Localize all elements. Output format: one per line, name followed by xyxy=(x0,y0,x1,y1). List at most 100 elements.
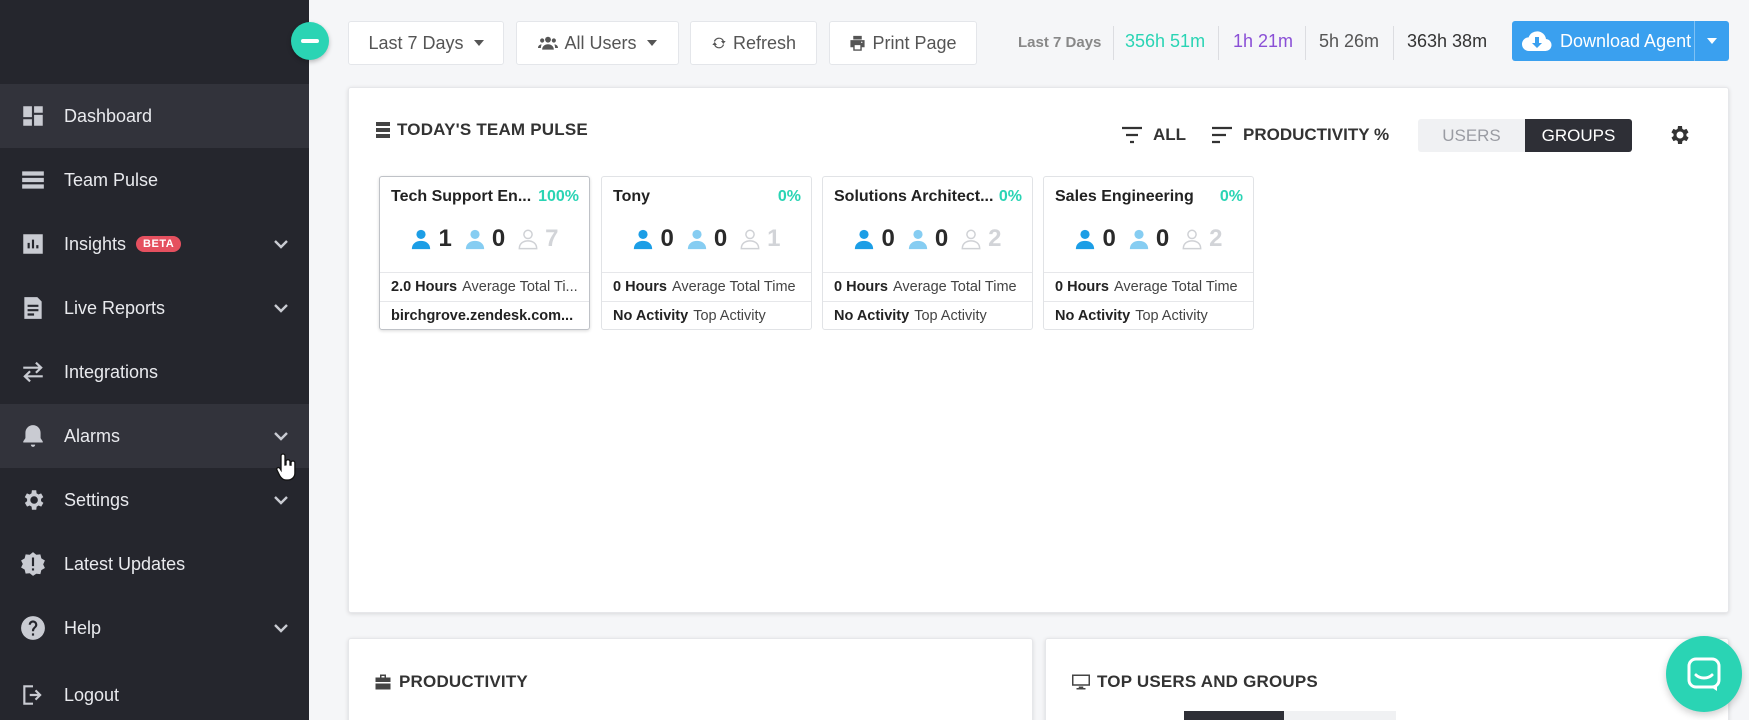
sidebar-item-label: Team Pulse xyxy=(64,169,159,190)
productivity-title-text: PRODUCTIVITY xyxy=(399,672,528,691)
stat-total-time: 356h 51m xyxy=(1125,31,1206,51)
card-activity-value: No Activity xyxy=(613,308,689,324)
card-group-name: Solutions Architect... xyxy=(834,188,994,205)
card-hours-row: 0 Hours Average Total Time xyxy=(823,272,1032,301)
offline-users-count: 7 xyxy=(517,225,559,253)
chevron-down-icon[interactable] xyxy=(271,618,291,638)
sidebar-item-team-pulse[interactable]: Team Pulse xyxy=(0,148,309,212)
card-hours-label: Average Total Time xyxy=(1114,279,1238,295)
sidebar-collapse-button[interactable] xyxy=(291,22,329,60)
sidebar-item-live-reports[interactable]: Live Reports xyxy=(0,276,309,340)
printer-icon xyxy=(850,35,866,51)
toggle-groups[interactable]: GROUPS xyxy=(1525,119,1632,152)
divider xyxy=(1113,26,1114,60)
active-users-count: 0 xyxy=(853,225,895,253)
user-idle-icon xyxy=(1129,229,1148,250)
card-group-name: Tech Support En... xyxy=(391,188,532,205)
gear-icon[interactable] xyxy=(1667,123,1691,147)
card-activity-row: birchgrove.zendesk.com... xyxy=(380,301,589,330)
toggle-users[interactable]: USERS xyxy=(1418,119,1525,152)
user-offline-icon xyxy=(740,229,760,250)
cloud-download-icon xyxy=(1522,31,1552,52)
chevron-down-icon[interactable] xyxy=(271,490,291,510)
chevron-down-icon[interactable] xyxy=(271,234,291,254)
sidebar-item-label: Insights xyxy=(64,233,127,254)
sort-icon xyxy=(1212,126,1232,144)
offline-users-count: 2 xyxy=(1181,225,1223,253)
card-productivity-pct: 0% xyxy=(998,188,1022,205)
sidebar-item-help[interactable]: Help xyxy=(0,596,309,660)
offline-count-value: 7 xyxy=(545,225,559,252)
active-count-value: 0 xyxy=(1102,225,1116,252)
sidebar-item-latest-updates[interactable]: Latest Updates xyxy=(0,532,309,596)
list-icon xyxy=(376,122,390,138)
refresh-button[interactable]: Refresh xyxy=(690,21,817,65)
date-range-dropdown[interactable]: Last 7 Days xyxy=(348,21,504,65)
card-activity-row: No Activity Top Activity xyxy=(823,301,1032,330)
group-card-solutions-architect[interactable]: Solutions Architect... 0% 0 0 2 0 Hours A… xyxy=(822,176,1033,330)
card-hours-value: 0 Hours xyxy=(613,279,667,295)
sort-productivity-button[interactable]: PRODUCTIVITY % xyxy=(1211,125,1389,145)
user-idle-icon xyxy=(465,229,484,250)
print-page-label: Print Page xyxy=(872,32,957,53)
user-idle-icon xyxy=(908,229,927,250)
sidebar-item-logout[interactable]: Logout xyxy=(0,663,309,720)
card-activity-row: No Activity Top Activity xyxy=(602,301,811,330)
idle-users-count: 0 xyxy=(464,225,505,253)
divider xyxy=(1305,26,1306,60)
top-users-tab-inactive[interactable] xyxy=(1284,711,1396,720)
sidebar-item-alarms[interactable]: Alarms xyxy=(0,404,309,468)
sidebar-item-settings[interactable]: Settings xyxy=(0,468,309,532)
idle-count-value: 0 xyxy=(1155,225,1170,252)
group-card-tony[interactable]: Tony 0% 0 0 1 0 Hours Average Total Time … xyxy=(601,176,812,330)
card-activity-row: No Activity Top Activity xyxy=(1044,301,1253,330)
user-offline-icon xyxy=(518,229,538,250)
live-reports-icon xyxy=(19,294,47,322)
card-activity-value: birchgrove.zendesk.com... xyxy=(391,308,574,324)
card-activity-label: Top Activity xyxy=(1135,308,1208,324)
active-users-count: 0 xyxy=(1074,225,1116,253)
users-groups-toggle[interactable]: USERS GROUPS xyxy=(1418,119,1632,152)
sidebar-item-dashboard[interactable]: Dashboard xyxy=(0,84,309,148)
chevron-down-icon[interactable] xyxy=(271,426,291,446)
caret-down-icon[interactable] xyxy=(1707,38,1717,44)
hand-cursor-icon xyxy=(276,453,296,481)
card-hours-label: Average Total Time xyxy=(672,279,796,295)
top-users-title-text: TOP USERS AND GROUPS xyxy=(1097,672,1318,691)
users-filter-label: All Users xyxy=(564,32,637,53)
chat-widget-button[interactable] xyxy=(1666,636,1742,712)
card-group-name: Sales Engineering xyxy=(1055,188,1194,205)
filter-all-button[interactable]: ALL xyxy=(1121,125,1186,145)
idle-users-count: 0 xyxy=(1128,225,1169,253)
team-pulse-icon xyxy=(19,166,47,194)
card-activity-value: No Activity xyxy=(834,308,910,324)
card-user-counts: 0 0 2 xyxy=(823,225,1032,253)
users-filter-dropdown[interactable]: All Users xyxy=(516,21,679,65)
stats-period-label: Last 7 Days xyxy=(1018,34,1102,51)
chat-icon xyxy=(1687,657,1721,691)
card-productivity-pct: 0% xyxy=(1219,188,1243,205)
top-users-tab-active[interactable] xyxy=(1184,711,1284,720)
card-hours-value: 2.0 Hours xyxy=(391,279,458,295)
team-pulse-title: TODAY'S TEAM PULSE xyxy=(376,120,588,140)
card-hours-row: 2.0 Hours Average Total Ti... xyxy=(380,272,589,301)
minus-icon xyxy=(301,39,319,43)
sidebar-item-insights[interactable]: Insights BETA xyxy=(0,212,309,276)
chevron-down-icon[interactable] xyxy=(271,298,291,318)
filter-icon xyxy=(1122,126,1142,144)
active-count-value: 0 xyxy=(881,225,895,252)
group-card-sales-engineering[interactable]: Sales Engineering 0% 0 0 2 0 Hours Averag… xyxy=(1043,176,1254,330)
idle-count-value: 0 xyxy=(934,225,949,252)
offline-count-value: 2 xyxy=(988,225,1002,252)
gear-icon xyxy=(19,486,47,514)
users-icon xyxy=(538,36,559,50)
download-agent-label: Download Agent xyxy=(1560,30,1692,51)
group-card-tech-support[interactable]: Tech Support En... 100% 1 0 7 2.0 Hours A… xyxy=(379,176,590,330)
print-page-button[interactable]: Print Page xyxy=(829,21,977,65)
active-users-count: 1 xyxy=(410,225,452,253)
productivity-title: PRODUCTIVITY xyxy=(374,672,528,692)
download-agent-button[interactable]: Download Agent xyxy=(1512,21,1729,61)
sidebar-item-integrations[interactable]: Integrations xyxy=(0,340,309,404)
sort-productivity-label: PRODUCTIVITY % xyxy=(1243,125,1390,144)
alert-badge-icon xyxy=(19,550,47,578)
